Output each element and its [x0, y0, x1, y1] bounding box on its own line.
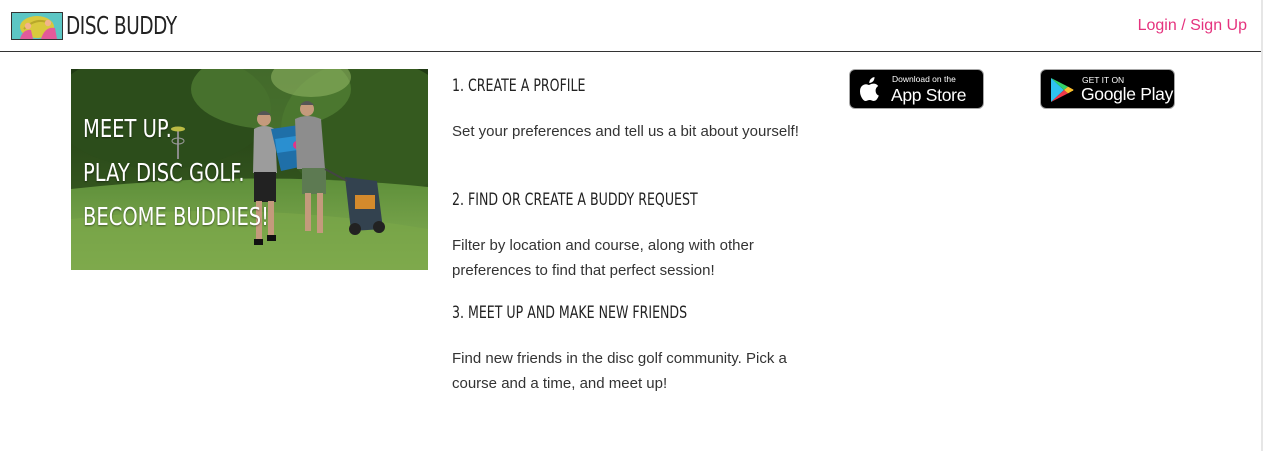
step-1-heading: 1. CREATE A PROFILE	[452, 76, 586, 96]
step-3: 3. MEET UP AND MAKE NEW FRIENDS Find new…	[452, 299, 822, 396]
navbar: DISC BUDDY Login / Sign Up	[0, 0, 1261, 52]
hero-line-1: MEET UP.	[83, 114, 172, 143]
disc-buddy-logo-icon	[11, 11, 63, 40]
hero-image: MEET UP. PLAY DISC GOLF. BECOME BUDDIES!	[71, 69, 428, 270]
brand-name: DISC BUDDY	[66, 11, 177, 40]
app-store-small-text: Download on the	[892, 74, 956, 84]
step-3-heading: 3. MEET UP AND MAKE NEW FRIENDS	[452, 303, 688, 323]
hero-tagline: MEET UP. PLAY DISC GOLF. BECOME BUDDIES!	[83, 107, 269, 239]
apple-icon	[860, 77, 879, 101]
hero-line-3: BECOME BUDDIES!	[83, 202, 269, 231]
login-signup-link[interactable]: Login / Sign Up	[1138, 17, 1247, 35]
brand-link[interactable]: DISC BUDDY	[11, 11, 201, 40]
step-2: 2. FIND OR CREATE A BUDDY REQUEST Filter…	[452, 186, 822, 283]
google-play-badge[interactable]: GET IT ON Google Play	[1040, 69, 1175, 109]
google-play-big-text: Google Play	[1081, 84, 1174, 104]
step-1-text: Set your preferences and tell us a bit a…	[452, 123, 799, 140]
step-3-text: Find new friends in the disc golf commun…	[452, 350, 787, 392]
app-store-badge[interactable]: Download on the App Store	[849, 69, 984, 109]
step-1: 1. CREATE A PROFILE Set your preferences…	[452, 72, 822, 145]
hero-line-2: PLAY DISC GOLF.	[83, 158, 245, 187]
step-2-text: Filter by location and course, along wit…	[452, 237, 754, 279]
google-play-icon	[1051, 78, 1074, 102]
step-2-heading: 2. FIND OR CREATE A BUDDY REQUEST	[452, 190, 698, 210]
app-store-big-text: App Store	[891, 85, 967, 105]
